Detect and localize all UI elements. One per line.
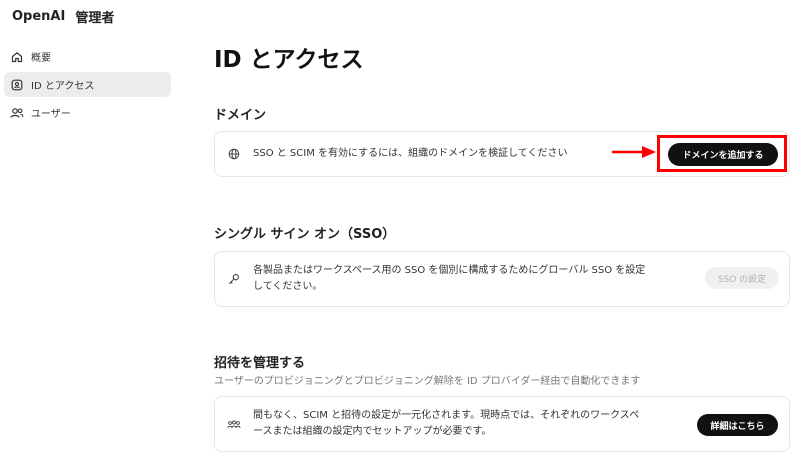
sso-description-line1: 各製品またはワークスペース用の SSO を個別に構成するためにグローバル SSO… bbox=[253, 265, 646, 276]
invites-description-line1: 間もなく、SCIM と招待の設定が一元化されます。現時点では、それぞれのワークス… bbox=[253, 410, 640, 421]
sso-card: 各製品またはワークスペース用の SSO を個別に構成するためにグローバル SSO… bbox=[214, 251, 790, 307]
sidebar-item-label: ID とアクセス bbox=[31, 81, 95, 92]
invites-subtitle: ユーザーのプロビジョニングとプロビジョニング解除を ID プロバイダー経由で自動… bbox=[214, 376, 641, 387]
invites-description-line2: ースまたは組織の設定内でセットアップが必要です。 bbox=[253, 426, 492, 437]
sidebar-item-users[interactable]: ユーザー bbox=[4, 100, 171, 125]
admin-label: 管理者 bbox=[75, 10, 115, 26]
shield-user-icon bbox=[10, 78, 24, 92]
page-title: ID とアクセス bbox=[214, 47, 364, 73]
sidebar-item-overview[interactable]: 概要 bbox=[4, 44, 171, 69]
users-icon bbox=[10, 106, 24, 120]
domain-section-title: ドメイン bbox=[214, 108, 267, 123]
annotation-highlight-box bbox=[657, 135, 787, 172]
invites-section-title: 招待を管理する bbox=[214, 356, 306, 371]
annotation-arrow-icon bbox=[612, 146, 656, 158]
domain-description: SSO と SCIM を有効にするには、組織のドメインを検証してください bbox=[253, 148, 568, 159]
sidebar-item-identity-access[interactable]: ID とアクセス bbox=[4, 72, 171, 97]
group-icon bbox=[227, 418, 241, 432]
sidebar-item-label: ユーザー bbox=[31, 109, 71, 120]
globe-icon bbox=[227, 147, 241, 161]
key-icon bbox=[227, 272, 241, 286]
top-bar: OpenAI 管理者 bbox=[12, 6, 114, 26]
sso-description-line2: してください。 bbox=[253, 281, 323, 292]
sidebar: 概要 ID とアクセス ユーザー bbox=[4, 44, 171, 128]
home-icon bbox=[10, 50, 24, 64]
learn-more-button[interactable]: 詳細はこちら bbox=[697, 414, 778, 436]
sso-section-title: シングル サイン オン（SSO） bbox=[214, 227, 396, 242]
sidebar-item-label: 概要 bbox=[31, 53, 51, 64]
sso-settings-button[interactable]: SSO の設定 bbox=[705, 267, 779, 289]
brand-logo: OpenAI bbox=[12, 8, 66, 24]
